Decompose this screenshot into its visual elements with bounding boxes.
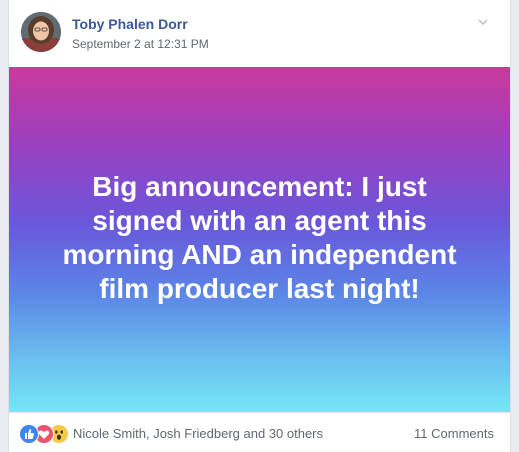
post-timestamp-link[interactable]: September 2 at 12:31 PM — [72, 37, 209, 51]
reactions-summary[interactable] — [19, 424, 79, 444]
avatar[interactable] — [21, 12, 61, 52]
comments-count-link[interactable]: 11 Comments — [414, 426, 494, 441]
post-header: Toby Phalen Dorr September 2 at 12:31 PM — [21, 12, 491, 56]
post-footer: Nicole Smith, Josh Friedberg and 30 othe… — [9, 412, 510, 452]
post-card: Toby Phalen Dorr September 2 at 12:31 PM… — [8, 0, 511, 452]
post-author-link[interactable]: Toby Phalen Dorr — [72, 16, 188, 32]
post-background-banner: Big announcement: I just signed with an … — [9, 67, 510, 412]
like-icon — [19, 424, 39, 444]
reactors-link[interactable]: Nicole Smith, Josh Friedberg and 30 othe… — [73, 426, 323, 441]
chevron-down-icon[interactable] — [475, 14, 491, 30]
post-text: Big announcement: I just signed with an … — [62, 170, 457, 304]
